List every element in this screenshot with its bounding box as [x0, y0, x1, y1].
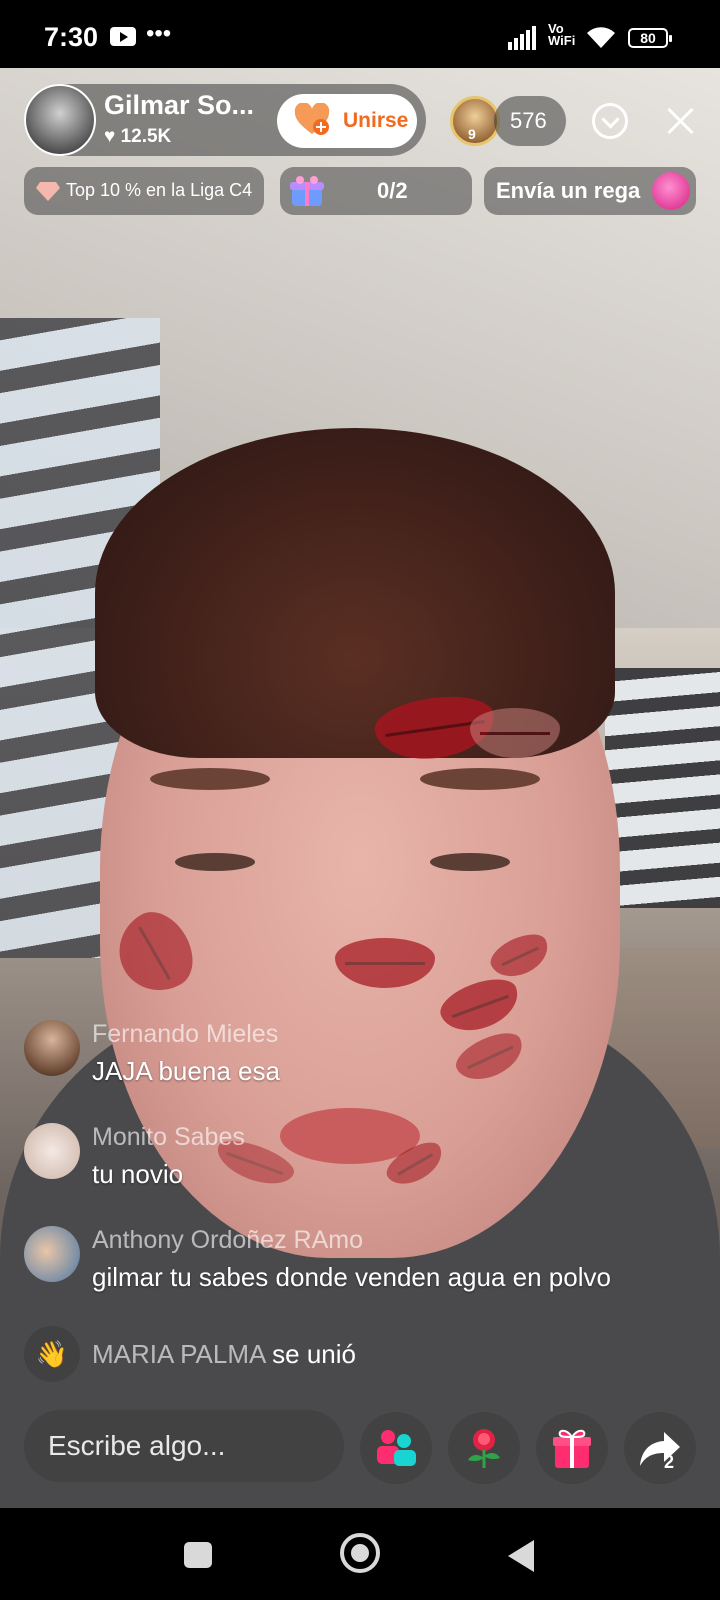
- send-gift-label[interactable]: Envía un rega: [496, 178, 640, 204]
- wifi-icon: [587, 27, 615, 48]
- wave-hand-icon: 👋: [24, 1326, 80, 1382]
- rose-icon: [468, 1429, 500, 1468]
- gift-goal-progress: 0/2: [377, 178, 408, 203]
- gift-box-icon: [290, 176, 324, 206]
- left-eye: [175, 853, 255, 871]
- host-name[interactable]: Gilmar So...: [104, 90, 254, 121]
- join-event-label: se unió: [272, 1339, 356, 1369]
- multi-guest-button[interactable]: [360, 1412, 432, 1484]
- more-notifications-icon: •••: [146, 20, 172, 47]
- commenter-name[interactable]: Fernando Mieles: [92, 1020, 278, 1049]
- right-eye: [430, 853, 510, 871]
- back-button[interactable]: [508, 1540, 534, 1572]
- chevron-down-circle-icon[interactable]: [592, 103, 628, 139]
- battery-icon: 80: [628, 28, 672, 48]
- gift-button[interactable]: [536, 1412, 608, 1484]
- share-count: 2: [664, 1452, 675, 1472]
- status-bar: 7:30 ••• Vo WiFi 80: [0, 0, 720, 68]
- close-icon[interactable]: [664, 104, 698, 138]
- streamer-hair: [95, 428, 615, 758]
- vowifi-label: Vo WiFi: [548, 21, 576, 48]
- status-time: 7:30: [44, 22, 99, 52]
- multi-guest-icon: [377, 1430, 416, 1466]
- signal-icon: [508, 26, 536, 50]
- commenter-avatar[interactable]: [24, 1123, 80, 1179]
- recent-apps-button[interactable]: [184, 1542, 212, 1568]
- viewer-rank-badge: 9: [468, 126, 476, 142]
- rose-gift-button[interactable]: [448, 1412, 520, 1484]
- host-likes: ♥ 12.5K: [104, 126, 171, 148]
- share-arrow-icon: [640, 1432, 680, 1466]
- diamond-icon: [36, 182, 60, 201]
- right-eyebrow: [420, 768, 540, 790]
- league-label[interactable]: Top 10 % en la Liga C4: [66, 180, 252, 201]
- commenter-avatar[interactable]: [24, 1226, 80, 1282]
- home-button[interactable]: [340, 1533, 380, 1573]
- viewer-count[interactable]: 576: [510, 108, 547, 134]
- join-event-text: MARIA PALMA se unió: [92, 1339, 356, 1370]
- gift-icon: [553, 1429, 591, 1468]
- heart-icon: ♥: [104, 126, 116, 147]
- comment-text: JAJA buena esa: [92, 1056, 280, 1086]
- commenter-avatar[interactable]: [24, 1020, 80, 1076]
- comment-text: tu novio: [92, 1159, 184, 1189]
- commenter-name[interactable]: Anthony Ordoñez RAmo: [92, 1226, 363, 1255]
- octopus-gift-icon: [652, 172, 690, 210]
- host-avatar[interactable]: [24, 84, 96, 156]
- heart-plus-icon: [294, 103, 330, 135]
- left-eyebrow: [150, 768, 270, 790]
- window-blinds-right: [605, 668, 720, 908]
- join-label[interactable]: Unirse: [343, 109, 408, 133]
- share-button[interactable]: [624, 1412, 696, 1484]
- comment-input-placeholder[interactable]: Escribe algo...: [48, 1430, 225, 1462]
- youtube-notification-icon: [110, 27, 136, 46]
- comment-text: gilmar tu sabes donde venden agua en pol…: [92, 1262, 611, 1292]
- commenter-name[interactable]: Monito Sabes: [92, 1123, 245, 1152]
- join-event-user[interactable]: MARIA PALMA: [92, 1339, 265, 1369]
- host-likes-count: 12.5K: [120, 126, 172, 147]
